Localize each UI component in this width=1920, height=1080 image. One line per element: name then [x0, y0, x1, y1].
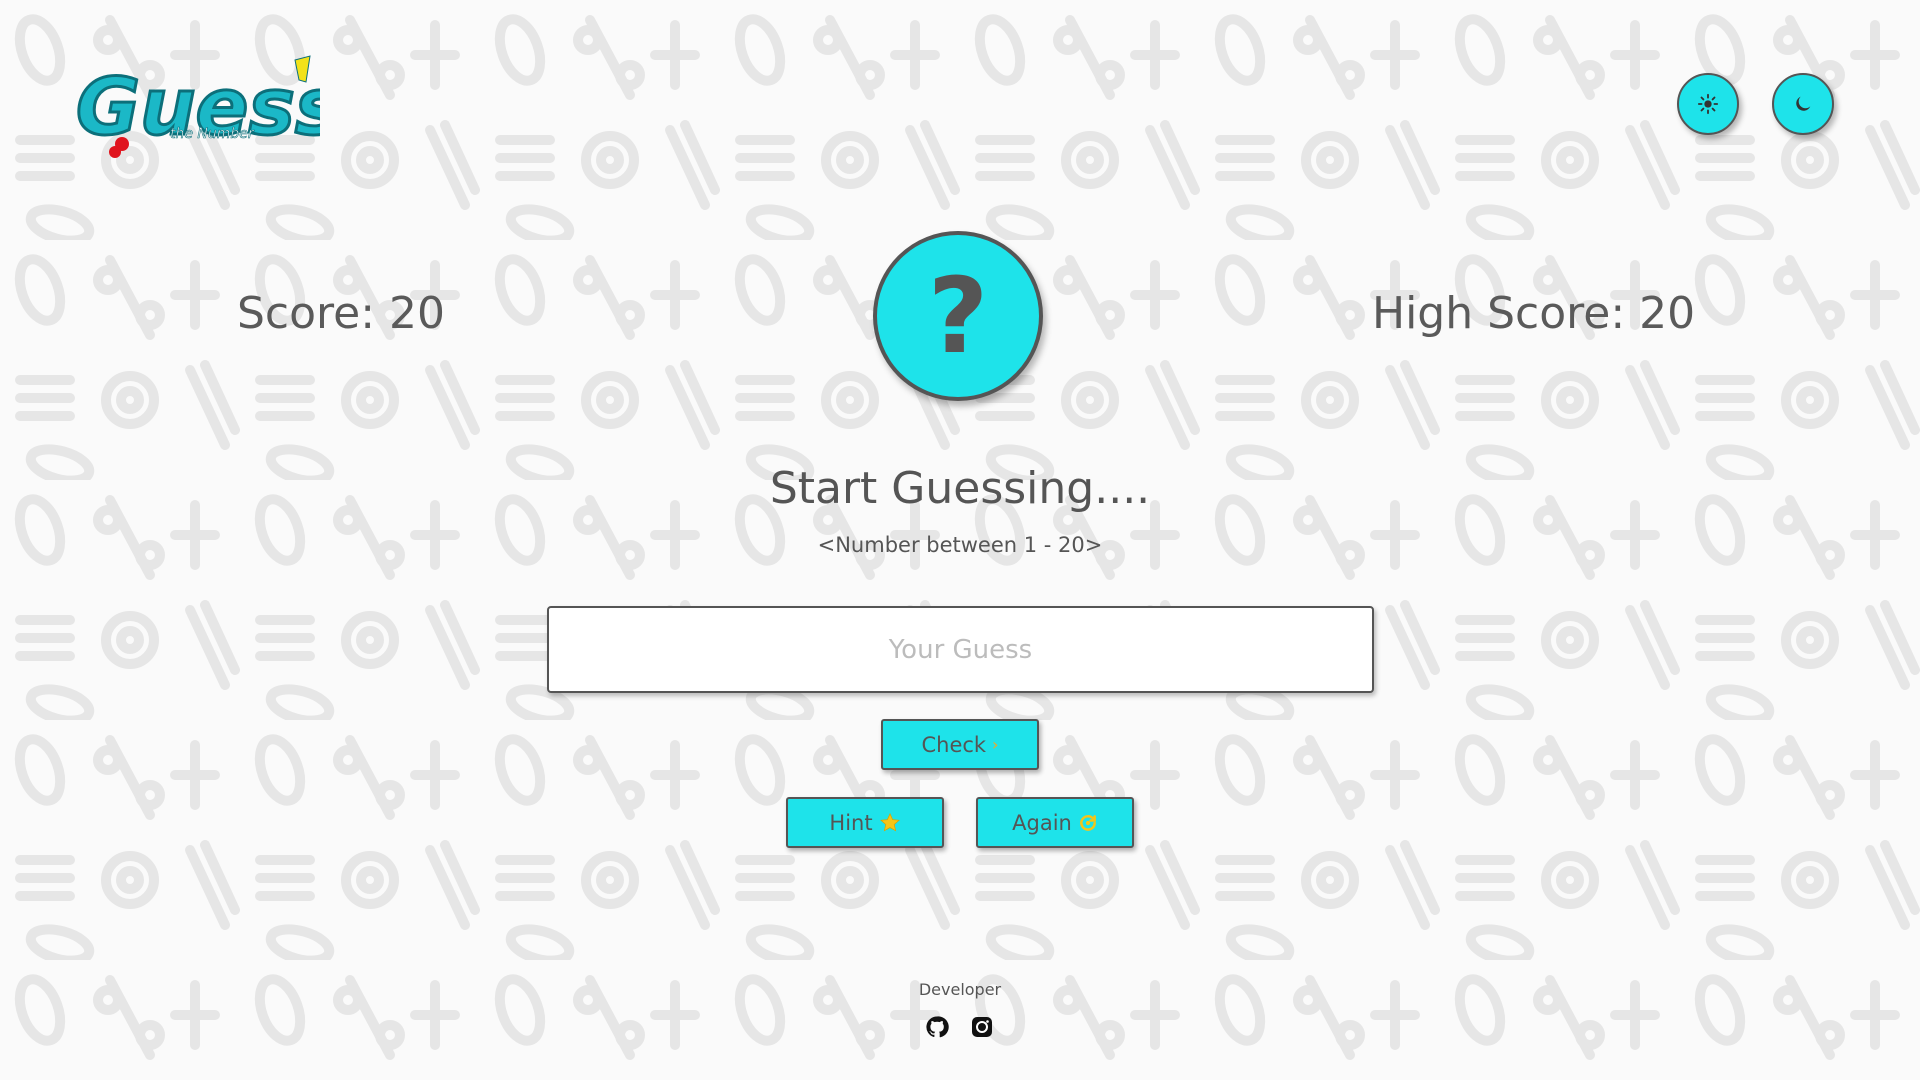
mystery-number: ?: [873, 231, 1043, 401]
range-label: <Number between 1 - 20>: [817, 533, 1103, 557]
check-label: Check: [921, 732, 987, 757]
app-logo: Guess the Number: [70, 52, 343, 162]
star-icon: [879, 812, 900, 831]
question-mark: ?: [927, 255, 989, 377]
light-theme-button[interactable]: [1677, 73, 1739, 135]
hint-button[interactable]: Hint: [786, 797, 944, 848]
again-button[interactable]: Again: [976, 797, 1134, 848]
check-button[interactable]: Check ›: [881, 719, 1039, 770]
status-message: Start Guessing....: [769, 463, 1151, 514]
refresh-icon: [1079, 814, 1096, 831]
sun-icon: [1697, 93, 1719, 115]
svg-text:the Number: the Number: [170, 126, 255, 142]
developer-label: Developer: [918, 980, 1002, 999]
moon-icon: [1796, 96, 1811, 111]
chevron-right-icon: ›: [992, 735, 999, 754]
dark-theme-button[interactable]: [1772, 73, 1834, 135]
again-label: Again: [1012, 810, 1072, 835]
hint-label: Hint: [829, 810, 873, 835]
instagram-icon[interactable]: [970, 1015, 994, 1039]
github-icon[interactable]: [925, 1015, 949, 1039]
guess-input[interactable]: [547, 606, 1374, 693]
high-score-display: High Score: 20: [1372, 288, 1696, 339]
score-display: Score: 20: [237, 288, 446, 339]
